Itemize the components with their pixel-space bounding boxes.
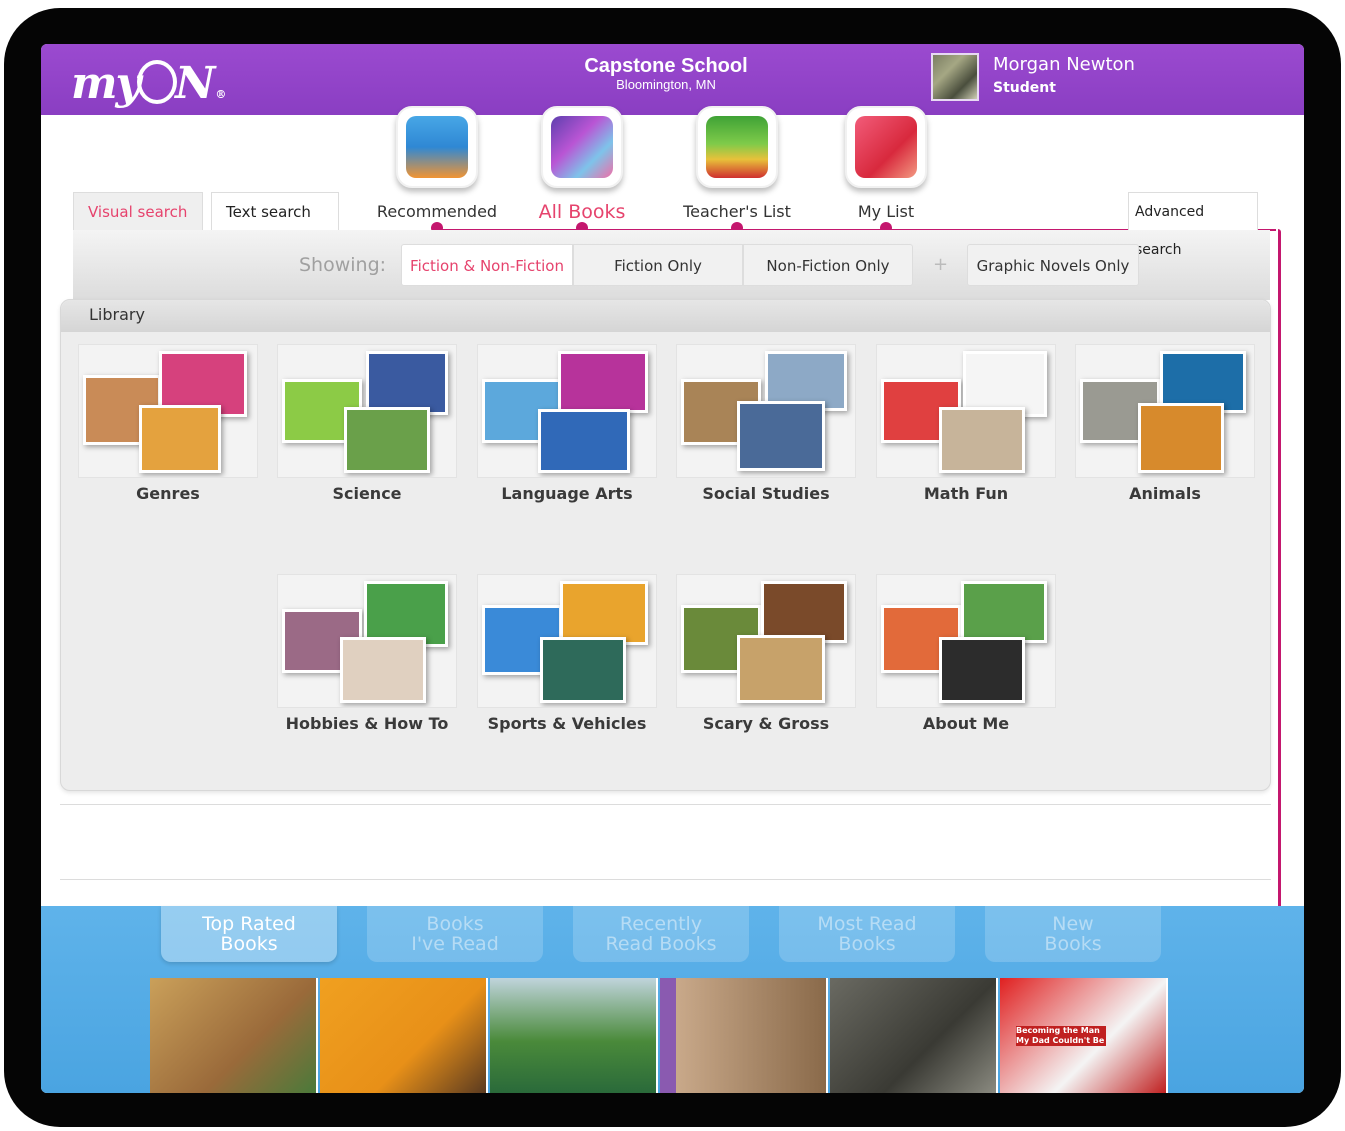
library-panel: Library Genres Science Language Arts Soc… xyxy=(60,299,1271,791)
filter-fiction-nonfiction[interactable]: Fiction & Non-Fiction xyxy=(401,244,573,286)
genres-thumbnail[interactable] xyxy=(78,344,258,478)
book-cover-title: Becoming the Man My Dad Couldn't Be xyxy=(1016,1026,1106,1046)
category-my-list[interactable]: My List xyxy=(821,106,951,234)
shelf-tab-line2: Books xyxy=(838,933,896,955)
library-item-label: Language Arts xyxy=(501,484,633,503)
user-role: Student xyxy=(993,80,1056,96)
shelf-tab-most-read[interactable]: Most Read Books xyxy=(779,906,955,962)
social-studies-thumbnail[interactable] xyxy=(676,344,856,478)
shelf-tab-line1: Most Read xyxy=(817,913,917,935)
category-label: My List xyxy=(857,202,915,221)
avatar[interactable] xyxy=(931,53,979,101)
library-item-language-arts[interactable]: Language Arts xyxy=(477,344,657,504)
recommended-icon[interactable] xyxy=(396,106,478,188)
category-label: All Books xyxy=(538,201,626,223)
school-name: Capstone School xyxy=(584,55,748,77)
library-item-label: Hobbies & How To xyxy=(285,714,449,733)
category-label: Teacher's List xyxy=(683,202,791,221)
library-item-animals[interactable]: Animals xyxy=(1075,344,1255,504)
myon-logo[interactable]: my N ® xyxy=(71,54,226,108)
top-bar: my N ® Capstone School Bloomington, MN Mor… xyxy=(41,44,1304,115)
library-item-about-me[interactable]: About Me xyxy=(876,574,1056,734)
app-screen: my N ® Capstone School Bloomington, MN Mor… xyxy=(41,44,1304,1093)
user-name[interactable]: Morgan Newton xyxy=(993,53,1135,77)
filter-graphic-novels-only[interactable]: Graphic Novels Only xyxy=(967,244,1139,286)
library-item-math-fun[interactable]: Math Fun xyxy=(876,344,1056,504)
plus-icon: + xyxy=(933,254,949,275)
library-item-label: Sports & Vehicles xyxy=(487,714,647,733)
library-item-label: Scary & Gross xyxy=(702,714,830,733)
category-recommended[interactable]: Recommended xyxy=(372,106,502,234)
math-fun-thumbnail[interactable] xyxy=(876,344,1056,478)
school-info: Capstone School Bloomington, MN xyxy=(561,54,771,92)
library-item-social-studies[interactable]: Social Studies xyxy=(676,344,856,504)
sports-vehicles-thumbnail[interactable] xyxy=(477,574,657,708)
all-books-icon[interactable] xyxy=(541,106,623,188)
tab-visual-search[interactable]: Visual search xyxy=(73,192,203,230)
school-location: Bloomington, MN xyxy=(616,77,716,92)
shelf-tab-line1: Recently xyxy=(619,913,703,935)
hobbies-thumbnail[interactable] xyxy=(277,574,457,708)
divider xyxy=(60,804,1271,805)
library-item-label: Math Fun xyxy=(923,484,1009,503)
filter-fiction-only[interactable]: Fiction Only xyxy=(573,244,743,286)
library-item-scary-gross[interactable]: Scary & Gross xyxy=(676,574,856,734)
library-item-label: Genres xyxy=(136,484,200,503)
showing-label: Showing: xyxy=(299,254,387,276)
library-item-sports-vehicles[interactable]: Sports & Vehicles xyxy=(477,574,657,734)
scary-gross-thumbnail[interactable] xyxy=(676,574,856,708)
book-shelf: Top Rated Books Books I've Read Recently… xyxy=(41,906,1304,1093)
library-item-science[interactable]: Science xyxy=(277,344,457,504)
book-cover[interactable] xyxy=(320,978,488,1093)
library-item-label: Social Studies xyxy=(702,484,830,503)
library-item-label: Animals xyxy=(1129,484,1201,503)
shelf-tab-top-rated[interactable]: Top Rated Books xyxy=(161,906,337,962)
my-list-icon[interactable] xyxy=(845,106,927,188)
teachers-list-icon[interactable] xyxy=(696,106,778,188)
shelf-tab-line1: Books xyxy=(426,913,484,935)
user-info: Morgan Newton Student xyxy=(993,53,1135,99)
category-teachers-list[interactable]: Teacher's List xyxy=(672,106,802,234)
science-thumbnail[interactable] xyxy=(277,344,457,478)
animals-thumbnail[interactable] xyxy=(1075,344,1255,478)
shelf-tab-books-ive-read[interactable]: Books I've Read xyxy=(367,906,543,962)
filter-nonfiction-only[interactable]: Non-Fiction Only xyxy=(743,244,913,286)
library-title: Library xyxy=(61,300,1270,332)
shelf-tab-new-books[interactable]: New Books xyxy=(985,906,1161,962)
category-all-books[interactable]: All Books xyxy=(517,106,647,234)
shelf-tab-recently-read[interactable]: Recently Read Books xyxy=(573,906,749,962)
language-arts-thumbnail[interactable] xyxy=(477,344,657,478)
book-cover[interactable]: Becoming the Man My Dad Couldn't Be xyxy=(1000,978,1168,1093)
shelf-tab-line1: New xyxy=(1052,913,1094,935)
divider xyxy=(60,879,1271,880)
shelf-tab-line2: Read Books xyxy=(605,933,717,955)
advanced-search-tab[interactable]: Advanced search xyxy=(1128,192,1258,258)
library-item-hobbies-how-to[interactable]: Hobbies & How To xyxy=(277,574,457,734)
library-item-label: Science xyxy=(332,484,402,503)
shelf-tab-line1: Top Rated xyxy=(202,913,296,935)
book-cover[interactable] xyxy=(490,978,658,1093)
book-cover[interactable] xyxy=(830,978,998,1093)
library-item-label: About Me xyxy=(922,714,1010,733)
library-item-genres[interactable]: Genres xyxy=(78,344,258,504)
book-cover[interactable] xyxy=(150,978,318,1093)
about-me-thumbnail[interactable] xyxy=(876,574,1056,708)
category-label: Recommended xyxy=(376,202,498,221)
tab-text-search[interactable]: Text search xyxy=(211,192,339,230)
book-cover[interactable] xyxy=(660,978,828,1093)
shelf-tab-line2: Books xyxy=(1044,933,1102,955)
shelf-tab-line2: I've Read xyxy=(411,933,499,955)
shelf-tab-line2: Books xyxy=(220,933,278,955)
